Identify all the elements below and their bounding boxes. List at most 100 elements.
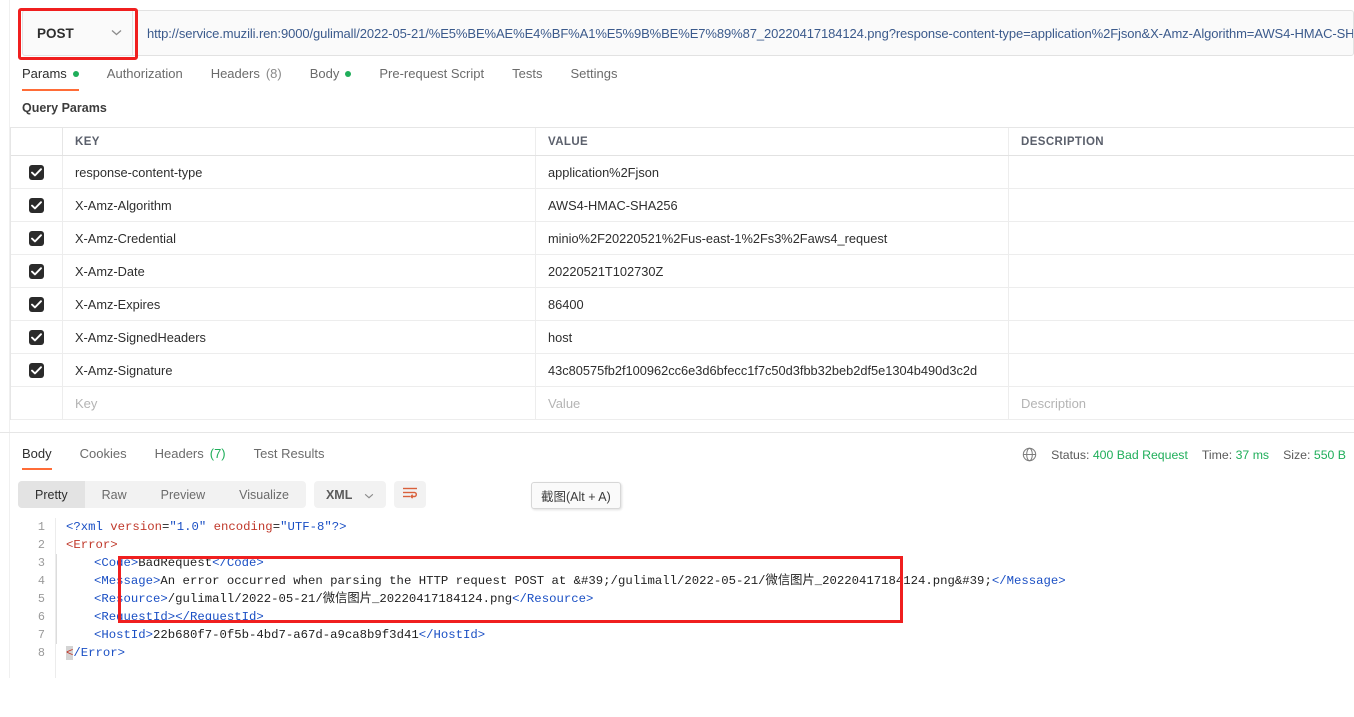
table-row: X-Amz-Expires 86400 [11, 288, 1354, 321]
tab-headers-label: Headers [210, 66, 260, 81]
status-badge: 400 Bad Request [1092, 447, 1188, 462]
table-row-empty: Key Value Description [11, 387, 1354, 420]
tab-authorization-label: Authorization [106, 66, 183, 81]
param-value[interactable]: 86400 [548, 297, 584, 312]
param-value[interactable]: 43c80575fb2f100962cc6e3d6bfecc1f7c50d3fb… [548, 363, 977, 378]
error-close-tag: /Error> [73, 646, 126, 660]
query-params-title: Query Params [22, 101, 107, 115]
method-selector[interactable]: POST [22, 10, 132, 56]
code-fold-guide [56, 554, 57, 644]
param-key[interactable]: X-Amz-Algorithm [75, 198, 172, 213]
error-open-tag: <Error> [66, 538, 118, 552]
row-checkbox-cell[interactable] [11, 321, 63, 353]
status-group[interactable]: Status: 400 Bad Request [1051, 448, 1188, 462]
time-value: 37 ms [1235, 447, 1270, 462]
row-checkbox-cell[interactable] [11, 255, 63, 287]
tab-params-label: Params [22, 66, 67, 81]
param-value[interactable]: minio%2F20220521%2Fus-east-1%2Fs3%2Faws4… [548, 231, 887, 246]
method-label: POST [37, 25, 74, 41]
row-checkbox-cell[interactable] [11, 354, 63, 386]
row-checkbox-cell[interactable] [11, 288, 63, 320]
line-number: 4 [37, 574, 45, 588]
new-description-input[interactable]: Description [1021, 396, 1086, 411]
code-line-8: </Error> [66, 644, 1066, 662]
param-value[interactable]: application%2Fjson [548, 165, 659, 180]
row-checkbox-cell[interactable] [11, 189, 63, 221]
table-header-row: KEY VALUE DESCRIPTION [11, 128, 1354, 156]
param-key[interactable]: response-content-type [75, 165, 202, 180]
tab-pre-request-script-label: Pre-request Script [379, 66, 485, 81]
chevron-down-icon [111, 27, 122, 39]
param-key[interactable]: X-Amz-Signature [75, 363, 172, 378]
time-group: Time: 37 ms [1202, 448, 1269, 462]
param-key[interactable]: X-Amz-Expires [75, 297, 160, 312]
response-toolbar: Pretty Raw Preview Visualize XML [18, 481, 427, 508]
size-group: Size: 550 B [1283, 448, 1346, 462]
response-body-code-viewer[interactable]: 1 2 3 4 5 6 7 8 <?xml version="1.0" enco… [0, 518, 1354, 678]
checkmark-icon [29, 263, 44, 279]
param-key[interactable]: X-Amz-SignedHeaders [75, 330, 206, 345]
tab-tests[interactable]: Tests [498, 62, 556, 91]
format-select[interactable]: XML [313, 481, 387, 508]
tab-response-headers[interactable]: Headers (7) [141, 444, 240, 470]
resource-open-tag: <Resource> [94, 592, 168, 606]
line-number: 5 [37, 592, 45, 606]
tab-authorization[interactable]: Authorization [93, 62, 197, 91]
new-key-input[interactable]: Key [75, 396, 97, 411]
header-key: KEY [63, 128, 536, 155]
view-mode-segmented: Pretty Raw Preview Visualize [18, 481, 306, 508]
tab-response-cookies[interactable]: Cookies [66, 444, 141, 470]
param-value[interactable]: AWS4-HMAC-SHA256 [548, 198, 678, 213]
wrap-lines-icon [402, 486, 418, 503]
tab-headers[interactable]: Headers (8) [197, 62, 296, 91]
view-mode-pretty[interactable]: Pretty [18, 481, 85, 508]
tab-body[interactable]: Body [296, 62, 366, 91]
code-text: BadRequest [138, 556, 213, 570]
xml-decl-tag: <?xml [66, 520, 103, 534]
resource-close-tag: </Resource> [512, 592, 594, 606]
param-value[interactable]: 20220521T102730Z [548, 264, 663, 279]
code-line-1: <?xml version="1.0" encoding="UTF-8"?> [66, 520, 347, 534]
wrap-lines-button[interactable] [394, 481, 427, 508]
checkmark-icon [29, 164, 44, 180]
param-key[interactable]: X-Amz-Date [75, 264, 145, 279]
url-input[interactable]: http://service.muzili.ren:9000/gulimall/… [132, 10, 1354, 56]
screenshot-tooltip: 截图(Alt + A) [531, 482, 621, 509]
tab-response-body[interactable]: Body [22, 444, 66, 470]
row-checkbox-cell-empty[interactable] [11, 387, 63, 419]
time-label: Time: [1201, 447, 1233, 462]
code-line-2: <Error> [66, 536, 1066, 554]
new-value-input[interactable]: Value [548, 396, 580, 411]
checkmark-icon [29, 329, 44, 345]
row-checkbox-cell[interactable] [11, 156, 63, 188]
tab-response-headers-label: Headers [154, 446, 204, 461]
message-close-tag: </Message> [991, 574, 1066, 588]
table-row: X-Amz-Credential minio%2F20220521%2Fus-e… [11, 222, 1354, 255]
code-open-tag: <Code> [94, 556, 139, 570]
view-mode-visualize[interactable]: Visualize [222, 481, 306, 508]
view-mode-raw[interactable]: Raw [85, 481, 144, 508]
code-line-5: <Resource>/gulimall/2022-05-21/微信图片_2022… [66, 590, 1066, 608]
view-mode-preview[interactable]: Preview [144, 481, 222, 508]
response-status-bar: Status: 400 Bad Request Time: 37 ms Size… [1022, 447, 1346, 462]
tab-params[interactable]: Params [22, 62, 93, 91]
tab-test-results-label: Test Results [253, 446, 325, 461]
tab-response-body-label: Body [22, 446, 52, 461]
params-modified-dot-icon [72, 70, 79, 77]
hostid-text: 22b680f7-0f5b-4bd7-a67d-a9ca8b9f3d41 [153, 628, 419, 642]
header-checkbox-cell [11, 128, 63, 155]
tab-test-results[interactable]: Test Results [240, 444, 339, 470]
line-number-gutter: 1 2 3 4 5 6 7 8 [0, 518, 56, 678]
chevron-down-icon [364, 488, 374, 502]
xml-decl-value-encoding: "UTF-8" [280, 520, 332, 534]
tab-pre-request-script[interactable]: Pre-request Script [365, 62, 498, 91]
param-key[interactable]: X-Amz-Credential [75, 231, 176, 246]
code-line-6: <RequestId></RequestId> [66, 608, 1066, 626]
header-description: DESCRIPTION [1021, 135, 1104, 148]
body-modified-dot-icon [345, 70, 352, 77]
table-row: X-Amz-SignedHeaders host [11, 321, 1354, 354]
row-checkbox-cell[interactable] [11, 222, 63, 254]
tab-settings[interactable]: Settings [556, 62, 631, 91]
param-value[interactable]: host [548, 330, 572, 345]
code-line-3: <Code>BadRequest</Code> [66, 554, 1066, 572]
